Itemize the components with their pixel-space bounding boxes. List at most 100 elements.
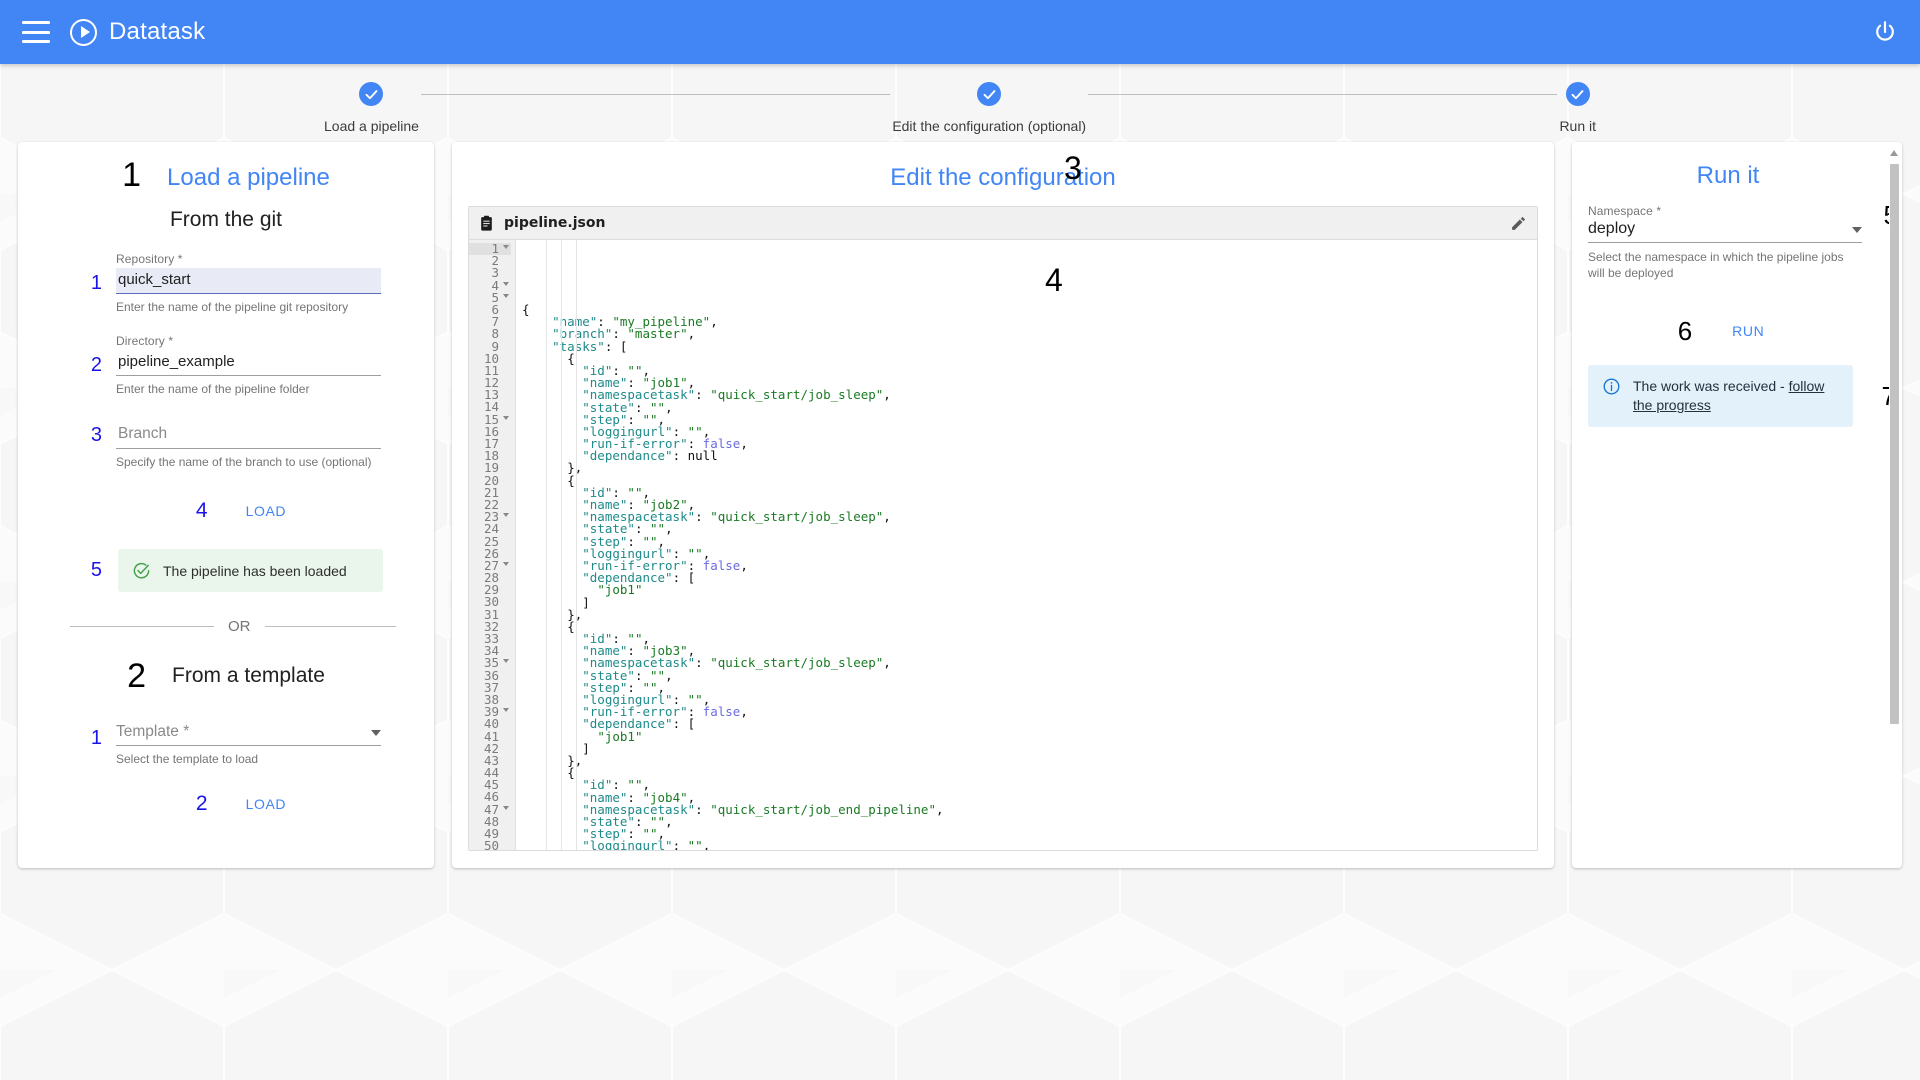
run-action-row: 6 RUN [1588, 315, 1886, 347]
repository-input[interactable] [116, 268, 381, 294]
step-run-it[interactable]: Run it [1559, 82, 1596, 134]
code-line: "state": "", [582, 667, 673, 683]
pencil-icon[interactable] [1510, 215, 1527, 232]
code-line: "dependance": [ [582, 570, 696, 586]
directory-input[interactable] [116, 350, 381, 376]
code-line: "namespacetask": "quick_start/job_sleep"… [582, 655, 891, 671]
app-title: Datatask [109, 18, 206, 45]
hamburger-icon[interactable] [22, 21, 50, 43]
panel-step-number: 1 [122, 156, 142, 194]
template-load-button[interactable]: LOAD [236, 788, 297, 820]
alert-marker: 5 [90, 559, 102, 581]
run-panel-title: Run it [1696, 162, 1760, 189]
template-hint: Select the template to load [116, 752, 259, 766]
line-number: 8 [491, 326, 499, 342]
fold-toggle-icon[interactable] [503, 561, 509, 566]
code-line: }, [567, 752, 583, 768]
fold-toggle-icon[interactable] [503, 708, 509, 713]
app-bar: Datatask [0, 0, 1920, 64]
git-load-action-row: 4 LOAD [36, 495, 416, 527]
code-line: { [567, 765, 575, 781]
code-line: "job1" [597, 728, 643, 744]
code-line: { [567, 472, 575, 488]
template-select-value: Template * [116, 723, 190, 740]
alert-text-before: The work was received - [1633, 378, 1789, 395]
chevron-down-icon [371, 730, 381, 736]
template-section-title: From a template [172, 664, 325, 687]
code-line: "state": "", [582, 521, 673, 537]
action-marker: 2 [195, 792, 208, 815]
edit-configuration-panel: Edit the configuration 3 4 pipeline.json [452, 142, 1554, 868]
template-select[interactable]: Template * [116, 723, 381, 746]
template-load-action-row: 2 LOAD [36, 788, 416, 820]
code-line: ] [582, 594, 590, 610]
or-label: OR [228, 618, 251, 635]
branch-input[interactable] [116, 422, 381, 449]
code-area[interactable]: 1 2 3 4 5 6 7 8 9 10 11 12 13 14 15 16 17 18 19 20 21 22 23 24 2… [469, 240, 1537, 850]
namespace-select-value: deploy [1588, 220, 1636, 237]
play-circle-icon [70, 18, 97, 46]
action-marker: 4 [195, 499, 208, 522]
line-number: 1 [469, 242, 511, 256]
directory-field: Directory * Enter the name of the pipeli… [116, 334, 381, 396]
stepper-connector [1088, 94, 1558, 95]
line-number: 5 [469, 291, 511, 304]
right-panel-scrollbar[interactable] [1889, 148, 1900, 862]
pipeline-loaded-alert-row: 5 The pipeline has been loaded [36, 549, 416, 592]
fold-toggle-icon[interactable] [503, 415, 509, 420]
code-line: ] [582, 740, 590, 756]
namespace-select[interactable]: deploy [1588, 220, 1862, 243]
code-line: "loggingurl": "", [582, 838, 711, 850]
code-line: { [567, 350, 575, 366]
work-received-alert-row: The work was received - follow the progr… [1588, 365, 1896, 428]
line-number: 2 [491, 253, 499, 269]
pipeline-loaded-alert: The pipeline has been loaded [118, 549, 383, 592]
main-content: 1 Load a pipeline From the git 1 Reposit… [0, 142, 1920, 882]
check-icon [983, 89, 996, 99]
step-edit-the-configuration[interactable]: Edit the configuration (optional) [892, 82, 1086, 134]
divider-line-left [70, 626, 214, 627]
fold-toggle-icon[interactable] [503, 281, 509, 286]
step-load-a-pipeline[interactable]: Load a pipeline [324, 82, 419, 134]
work-received-alert: The work was received - follow the progr… [1588, 365, 1853, 428]
git-load-button[interactable]: LOAD [236, 495, 297, 527]
code-line: "state": "", [582, 399, 673, 415]
run-button[interactable]: RUN [1722, 315, 1774, 347]
namespace-hint: Select the namespace in which the pipeli… [1588, 250, 1844, 281]
run-it-panel: Run it Namespace * deploy Select the nam… [1572, 142, 1902, 868]
scrollbar-thumb[interactable] [1890, 164, 1899, 724]
panel-title: Load a pipeline [167, 164, 330, 191]
power-icon[interactable] [1872, 19, 1898, 45]
or-divider: OR [70, 618, 396, 635]
repository-field-block: 1 Repository * Enter the name of the pip… [36, 252, 416, 314]
app-root: Datatask Load a pipeline Edit the config… [0, 0, 1920, 1080]
field-marker: 2 [90, 354, 102, 376]
code-line: "namespacetask": "quick_start/job_sleep"… [582, 387, 891, 403]
directory-label: Directory * [116, 334, 174, 348]
code-line: "state": "", [582, 813, 673, 829]
fold-toggle-icon[interactable] [503, 245, 509, 249]
code-line: "branch": "master", [552, 326, 696, 342]
fold-toggle-icon[interactable] [503, 293, 509, 298]
editor-filename: pipeline.json [504, 215, 606, 231]
step-circle-done [977, 82, 1002, 106]
step-circle-done [359, 82, 384, 106]
code-content[interactable]: { "name": "my_pipeline", "branch": "mast… [516, 240, 1537, 850]
fold-toggle-icon[interactable] [503, 805, 509, 810]
clipboard-icon [481, 215, 492, 231]
fold-toggle-icon[interactable] [503, 659, 509, 664]
line-number: 50 [483, 838, 499, 850]
check-icon [1571, 89, 1584, 99]
info-circle-icon [1603, 378, 1620, 395]
field-marker: 3 [90, 424, 102, 446]
directory-hint: Enter the name of the pipeline folder [116, 382, 310, 396]
repository-field: Repository * Enter the name of the pipel… [116, 252, 381, 314]
run-marker: 6 [1677, 315, 1693, 346]
json-editor: pipeline.json 1 2 3 4 5 6 7 8 9 10 11 12 13 14 15 16 17 1… [468, 206, 1538, 851]
directory-field-block: 2 Directory * Enter the name of the pipe… [36, 334, 416, 396]
code-line: "dependance": null [582, 448, 718, 464]
template-select-field: Template * Select the template to load [116, 723, 381, 766]
scroll-up-arrow-icon[interactable] [1890, 150, 1898, 156]
branch-field-block: 3 Specify the name of the branch to use … [36, 422, 416, 469]
fold-toggle-icon[interactable] [503, 513, 509, 518]
